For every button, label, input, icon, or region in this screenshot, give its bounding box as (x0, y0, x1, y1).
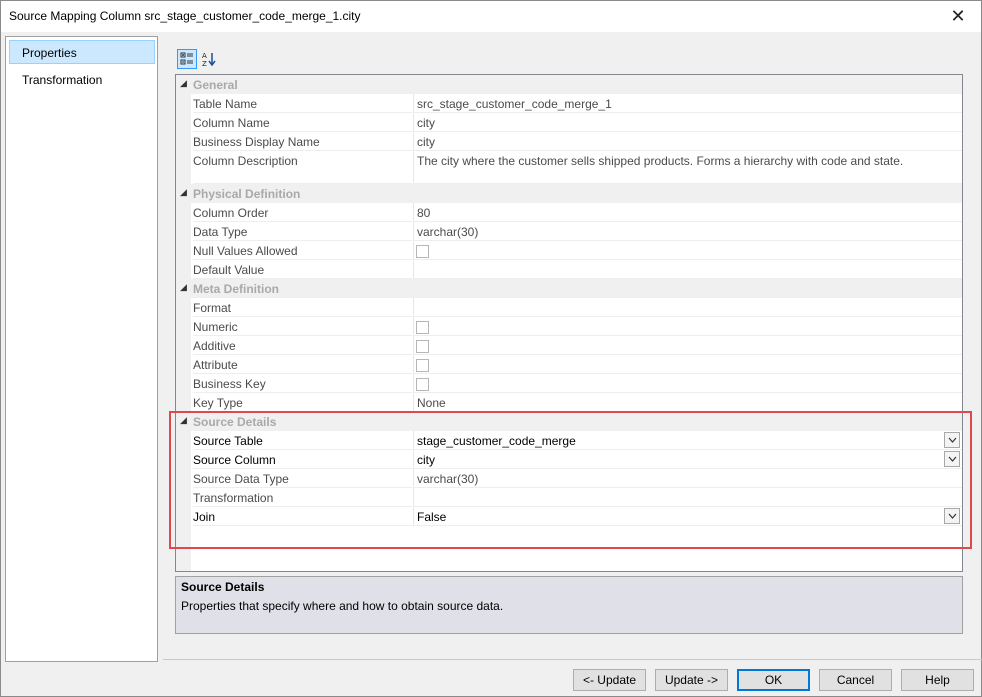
property-name: Data Type (193, 222, 412, 241)
property-value (413, 317, 962, 336)
numeric-checkbox[interactable] (416, 321, 429, 334)
property-value[interactable]: False (413, 507, 962, 526)
null-values-allowed-checkbox[interactable] (416, 245, 429, 258)
property-value[interactable] (413, 260, 962, 279)
property-row-default-value[interactable]: Default Value (176, 260, 962, 279)
svg-text:A: A (202, 52, 207, 60)
property-value[interactable]: varchar(30) (413, 222, 962, 241)
property-row-column-name[interactable]: Column Name city (176, 113, 962, 132)
collapse-arrow-icon[interactable]: ◢ (180, 282, 187, 293)
property-grid: ◢ General Table Name src_stage_customer_… (175, 74, 963, 572)
property-value[interactable] (413, 488, 962, 507)
property-value[interactable]: The city where the customer sells shippe… (413, 151, 962, 184)
dropdown-chevron-icon[interactable] (944, 432, 960, 448)
property-row-column-description[interactable]: Column Description The city where the cu… (176, 151, 962, 184)
dropdown-chevron-icon[interactable] (944, 451, 960, 467)
property-value (413, 355, 962, 374)
collapse-arrow-icon[interactable]: ◢ (180, 415, 187, 426)
category-source-details[interactable]: ◢ Source Details (176, 412, 962, 431)
property-row-business-key[interactable]: Business Key (176, 374, 962, 393)
property-row-source-data-type[interactable]: Source Data Type varchar(30) (176, 469, 962, 488)
property-value (413, 374, 962, 393)
category-label: General (193, 78, 238, 92)
category-general[interactable]: ◢ General (176, 75, 962, 94)
sort-az-icon[interactable]: A Z (199, 49, 219, 69)
category-label: Meta Definition (193, 282, 279, 296)
property-row-source-column[interactable]: Source Column city (176, 450, 962, 469)
category-physical-definition[interactable]: ◢ Physical Definition (176, 184, 962, 203)
help-button[interactable]: Help (901, 669, 974, 691)
property-name: Source Column (193, 450, 412, 469)
button-separator (163, 659, 982, 660)
window-title: Source Mapping Column src_stage_customer… (9, 9, 361, 23)
dropdown-chevron-icon[interactable] (944, 508, 960, 524)
property-name: Default Value (193, 260, 412, 279)
cancel-button[interactable]: Cancel (819, 669, 892, 691)
additive-checkbox[interactable] (416, 340, 429, 353)
property-row-null-values-allowed[interactable]: Null Values Allowed (176, 241, 962, 260)
property-row-data-type[interactable]: Data Type varchar(30) (176, 222, 962, 241)
property-row-transformation[interactable]: Transformation (176, 488, 962, 507)
dialog-window: Source Mapping Column src_stage_customer… (0, 0, 982, 697)
property-name: Additive (193, 336, 412, 355)
property-row-additive[interactable]: Additive (176, 336, 962, 355)
title-bar: Source Mapping Column src_stage_customer… (1, 1, 981, 32)
property-row-format[interactable]: Format (176, 298, 962, 317)
property-name: Source Table (193, 431, 412, 450)
svg-text:Z: Z (202, 60, 207, 67)
update-next-button[interactable]: Update -> (655, 669, 728, 691)
property-value[interactable] (413, 298, 962, 317)
property-row-key-type[interactable]: Key Type None (176, 393, 962, 412)
property-name: Transformation (193, 488, 412, 507)
property-value[interactable]: city (413, 450, 962, 469)
property-name: Business Key (193, 374, 412, 393)
collapse-arrow-icon[interactable]: ◢ (180, 78, 187, 89)
description-text: Properties that specify where and how to… (181, 599, 504, 613)
property-name: Column Order (193, 203, 412, 222)
category-label: Physical Definition (193, 187, 301, 201)
category-label: Source Details (193, 415, 277, 429)
property-row-attribute[interactable]: Attribute (176, 355, 962, 374)
property-row-source-table[interactable]: Source Table stage_customer_code_merge (176, 431, 962, 450)
property-row-join[interactable]: Join False (176, 507, 962, 526)
property-name: Format (193, 298, 412, 317)
property-name: Key Type (193, 393, 412, 412)
update-previous-button[interactable]: <- Update (573, 669, 646, 691)
description-panel: Source Details Properties that specify w… (175, 576, 963, 634)
property-name: Table Name (193, 94, 412, 113)
property-name: Attribute (193, 355, 412, 374)
property-name: Null Values Allowed (193, 241, 412, 260)
property-value (413, 336, 962, 355)
property-name: Business Display Name (193, 132, 412, 151)
property-value[interactable]: varchar(30) (413, 469, 962, 488)
property-name: Source Data Type (193, 469, 412, 488)
property-value[interactable]: stage_customer_code_merge (413, 431, 962, 450)
nav-item-transformation[interactable]: Transformation (9, 67, 155, 91)
ok-button[interactable]: OK (737, 669, 810, 691)
property-value[interactable]: city (413, 113, 962, 132)
property-value (413, 241, 962, 260)
property-name: Column Description (193, 151, 412, 184)
close-icon[interactable]: ✕ (935, 1, 981, 32)
property-name: Numeric (193, 317, 412, 336)
property-row-numeric[interactable]: Numeric (176, 317, 962, 336)
property-row-table-name[interactable]: Table Name src_stage_customer_code_merge… (176, 94, 962, 113)
collapse-arrow-icon[interactable]: ◢ (180, 187, 187, 198)
property-value[interactable]: None (413, 393, 962, 412)
category-meta-definition[interactable]: ◢ Meta Definition (176, 279, 962, 298)
property-row-business-display-name[interactable]: Business Display Name city (176, 132, 962, 151)
property-value[interactable]: city (413, 132, 962, 151)
categorized-icon[interactable] (177, 49, 197, 69)
property-value[interactable]: src_stage_customer_code_merge_1 (413, 94, 962, 113)
property-value[interactable]: 80 (413, 203, 962, 222)
attribute-checkbox[interactable] (416, 359, 429, 372)
nav-item-properties[interactable]: Properties (9, 40, 155, 64)
left-nav-panel: Properties Transformation (5, 36, 158, 662)
property-name: Join (193, 507, 412, 526)
property-row-column-order[interactable]: Column Order 80 (176, 203, 962, 222)
description-title: Source Details (181, 580, 265, 594)
business-key-checkbox[interactable] (416, 378, 429, 391)
property-name: Column Name (193, 113, 412, 132)
